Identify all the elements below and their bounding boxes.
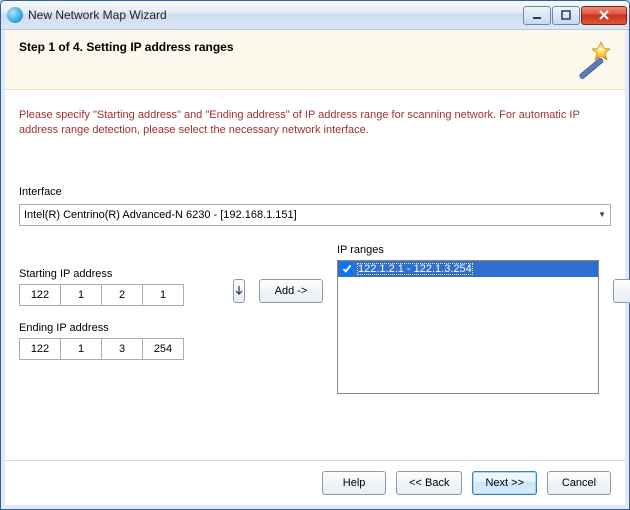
maximize-button[interactable] bbox=[552, 6, 580, 25]
ending-ip-inputs bbox=[19, 338, 219, 360]
close-button[interactable] bbox=[581, 6, 627, 25]
cancel-button[interactable]: Cancel bbox=[547, 471, 611, 495]
ranges-column: IP ranges 122.1.2.1 - 122.1.3.254 bbox=[337, 244, 599, 394]
window-controls bbox=[522, 6, 627, 25]
delete-column: Delete bbox=[613, 279, 630, 303]
window-title: New Network Map Wizard bbox=[28, 8, 522, 22]
ip-range-checkbox[interactable] bbox=[341, 263, 353, 275]
back-button[interactable]: << Back bbox=[396, 471, 462, 495]
content-area: Please specify "Starting address" and "E… bbox=[5, 90, 625, 460]
minimize-icon bbox=[532, 10, 542, 20]
ip-ranges-listbox[interactable]: 122.1.2.1 - 122.1.3.254 bbox=[337, 260, 599, 394]
wizard-header: Step 1 of 4. Setting IP address ranges bbox=[5, 30, 625, 90]
help-button[interactable]: Help bbox=[322, 471, 386, 495]
add-column: Add -> bbox=[259, 279, 323, 303]
add-button[interactable]: Add -> bbox=[259, 279, 323, 303]
interface-label: Interface bbox=[19, 186, 611, 198]
ip-ranges-label: IP ranges bbox=[337, 244, 599, 256]
next-button[interactable]: Next >> bbox=[472, 471, 537, 495]
ip-config-row: Starting IP address Ending IP address bbox=[19, 244, 611, 394]
ending-ip-octet-2[interactable] bbox=[60, 338, 102, 360]
ending-ip-octet-4[interactable] bbox=[142, 338, 184, 360]
swap-arrow-icon bbox=[234, 285, 244, 297]
starting-ip-label: Starting IP address bbox=[19, 268, 219, 280]
wizard-wand-icon bbox=[571, 36, 615, 80]
starting-ip-octet-3[interactable] bbox=[101, 284, 143, 306]
wizard-window: New Network Map Wizard Step 1 of 4. Sett… bbox=[0, 0, 630, 510]
maximize-icon bbox=[561, 10, 571, 20]
ip-entry-column: Starting IP address Ending IP address bbox=[19, 244, 219, 360]
delete-button[interactable]: Delete bbox=[613, 279, 630, 303]
ip-range-text: 122.1.2.1 - 122.1.3.254 bbox=[357, 263, 473, 275]
ip-range-item[interactable]: 122.1.2.1 - 122.1.3.254 bbox=[338, 261, 598, 277]
client-area: Step 1 of 4. Setting IP address ranges P… bbox=[1, 30, 629, 509]
titlebar: New Network Map Wizard bbox=[1, 1, 629, 30]
minimize-button[interactable] bbox=[523, 6, 551, 25]
instruction-text: Please specify "Starting address" and "E… bbox=[19, 108, 611, 138]
starting-ip-octet-2[interactable] bbox=[60, 284, 102, 306]
ending-ip-block: Ending IP address bbox=[19, 322, 219, 360]
starting-ip-inputs bbox=[19, 284, 219, 306]
wizard-footer: Help << Back Next >> Cancel bbox=[5, 460, 625, 505]
interface-dropdown[interactable]: Intel(R) Centrino(R) Advanced-N 6230 - [… bbox=[19, 204, 611, 226]
chevron-down-icon: ▼ bbox=[598, 210, 606, 219]
ending-ip-octet-3[interactable] bbox=[101, 338, 143, 360]
starting-ip-octet-1[interactable] bbox=[19, 284, 61, 306]
app-icon bbox=[7, 7, 23, 23]
step-title: Step 1 of 4. Setting IP address ranges bbox=[19, 40, 611, 54]
starting-ip-octet-4[interactable] bbox=[142, 284, 184, 306]
ending-ip-octet-1[interactable] bbox=[19, 338, 61, 360]
interface-section: Interface bbox=[19, 186, 611, 198]
ending-ip-label: Ending IP address bbox=[19, 322, 219, 334]
interface-selected-value: Intel(R) Centrino(R) Advanced-N 6230 - [… bbox=[24, 209, 297, 221]
starting-ip-block: Starting IP address bbox=[19, 244, 219, 306]
close-icon bbox=[598, 9, 610, 21]
swap-button[interactable] bbox=[233, 279, 245, 303]
